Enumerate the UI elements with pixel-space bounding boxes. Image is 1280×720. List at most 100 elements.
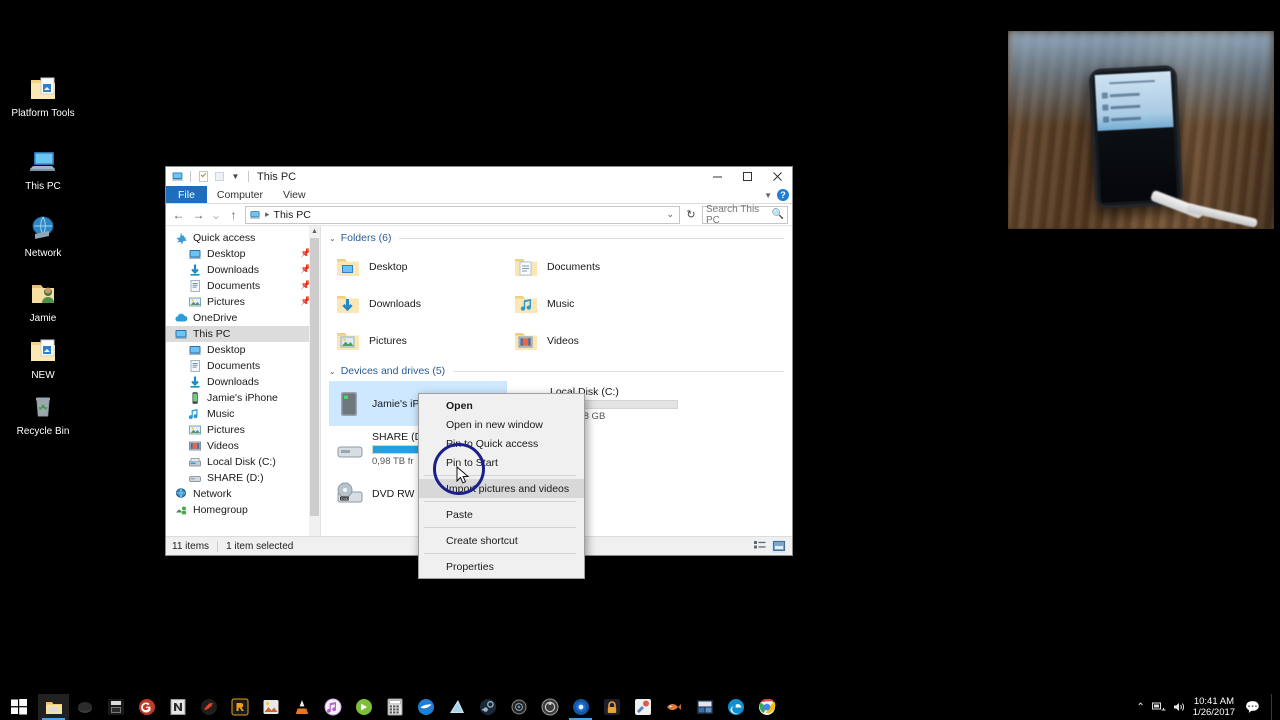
- large-icons-view-icon[interactable]: [772, 539, 786, 553]
- ribbon-tabs[interactable]: File Computer View ▼ ?: [166, 186, 792, 204]
- desktop-icon-this-pc[interactable]: This PC: [6, 145, 80, 192]
- chevron-down-icon[interactable]: ▼: [229, 170, 242, 183]
- close-button[interactable]: [762, 167, 792, 186]
- action-center-icon[interactable]: 💬: [1245, 700, 1260, 714]
- pin-icon[interactable]: 📌: [300, 281, 311, 290]
- taskbar-blue-arrow-app-icon[interactable]: [410, 694, 441, 720]
- taskbar[interactable]: ⌃ 10:41 AM 1/26/2017 💬: [0, 694, 1280, 720]
- taskbar-edge-app-icon[interactable]: [720, 694, 751, 720]
- menu-item-import-pictures-and-videos[interactable]: Import pictures and videos: [419, 479, 584, 498]
- minimize-button[interactable]: [702, 167, 732, 186]
- taskbar-paint-app-icon[interactable]: [627, 694, 658, 720]
- taskbar-dark-app-icon[interactable]: [69, 694, 100, 720]
- sidebar-item-downloads[interactable]: Downloads: [166, 374, 320, 390]
- sidebar-item-documents[interactable]: Documents 📌: [166, 278, 320, 294]
- show-desktop-button[interactable]: [1271, 694, 1276, 720]
- sidebar-item-homegroup[interactable]: Homegroup: [166, 502, 320, 518]
- menu-item-paste[interactable]: Paste: [419, 505, 584, 524]
- taskbar-notes-app-icon[interactable]: [441, 694, 472, 720]
- sidebar-item-music[interactable]: Music: [166, 406, 320, 422]
- taskbar-editor-app-icon[interactable]: [689, 694, 720, 720]
- taskbar-clock[interactable]: 10:41 AM 1/26/2017: [1193, 696, 1235, 718]
- search-input[interactable]: Search This PC 🔍: [702, 204, 788, 226]
- folder-tile-music[interactable]: Music: [507, 285, 685, 322]
- window-titlebar[interactable]: ▼ This PC: [166, 167, 792, 186]
- sidebar-item-network[interactable]: Network: [166, 486, 320, 502]
- sidebar-item-downloads[interactable]: Downloads 📌: [166, 262, 320, 278]
- volume-tray-icon[interactable]: [1173, 701, 1186, 713]
- folder-tile-downloads[interactable]: Downloads: [329, 285, 507, 322]
- taskbar-chrome-app-icon[interactable]: [751, 694, 782, 720]
- folder-tile-documents[interactable]: Documents: [507, 248, 685, 285]
- chevron-down-icon[interactable]: ▼: [764, 191, 772, 200]
- sidebar-item-desktop[interactable]: Desktop 📌: [166, 246, 320, 262]
- quick-access-toolbar[interactable]: ▼: [171, 170, 252, 183]
- taskbar-fish-app-icon[interactable]: [658, 694, 689, 720]
- up-button[interactable]: ↑: [225, 206, 242, 224]
- details-view-icon[interactable]: [753, 540, 767, 553]
- help-icon[interactable]: ?: [777, 189, 789, 201]
- folder-tile-desktop[interactable]: Desktop: [329, 248, 507, 285]
- new-folder-icon[interactable]: [213, 170, 226, 183]
- maximize-button[interactable]: [732, 167, 762, 186]
- sidebar-item-onedrive[interactable]: OneDrive: [166, 310, 320, 326]
- properties-icon[interactable]: [197, 170, 210, 183]
- navigation-scrollbar[interactable]: ▲ ▼: [309, 226, 320, 544]
- navigation-list[interactable]: Quick access Desktop 📌 Downloads 📌 Documents 📌…: [166, 226, 320, 518]
- folder-tile-videos[interactable]: Videos: [507, 322, 685, 359]
- address-bar[interactable]: ← → ⌄ ↑ ▸ This PC ⌄ ↻ Search This PC 🔍: [166, 204, 792, 226]
- breadcrumb[interactable]: ▸ This PC ⌄: [245, 205, 680, 224]
- desktop-icon-new[interactable]: NEW: [6, 334, 80, 381]
- menu-item-pin-to-quick-access[interactable]: Pin to Quick access: [419, 434, 584, 453]
- context-menu[interactable]: Open Open in new window Pin to Quick acces…: [418, 393, 585, 579]
- taskbar-g-app-icon[interactable]: [131, 694, 162, 720]
- sidebar-item-this-pc[interactable]: This PC: [166, 326, 320, 342]
- start-button[interactable]: [0, 694, 38, 720]
- sidebar-item-documents[interactable]: Documents: [166, 358, 320, 374]
- taskbar-lock-app-icon[interactable]: [596, 694, 627, 720]
- taskbar-green-app-icon[interactable]: [348, 694, 379, 720]
- desktop-icon-jamie[interactable]: Jamie: [6, 277, 80, 324]
- menu-item-open-in-new-window[interactable]: Open in new window: [419, 415, 584, 434]
- menu-item-pin-to-start[interactable]: Pin to Start: [419, 453, 584, 472]
- tab-file[interactable]: File: [166, 186, 207, 203]
- desktop-icon-recycle-bin[interactable]: Recycle Bin: [6, 390, 80, 437]
- show-hidden-icons-button[interactable]: ⌃: [1136, 702, 1144, 713]
- computer-icon[interactable]: [171, 170, 184, 183]
- sidebar-item-pictures[interactable]: Pictures: [166, 422, 320, 438]
- menu-item-properties[interactable]: Properties: [419, 557, 584, 576]
- sidebar-item-desktop[interactable]: Desktop: [166, 342, 320, 358]
- address-dropdown-icon[interactable]: ⌄: [666, 209, 676, 220]
- menu-item-open[interactable]: Open: [419, 396, 584, 415]
- network-tray-icon[interactable]: [1151, 701, 1166, 713]
- folders-group-header[interactable]: ⌄ Folders (6): [329, 232, 784, 244]
- desktop-icon-platform-tools[interactable]: Platform Tools: [6, 72, 80, 119]
- taskbar-steam-app-icon[interactable]: [472, 694, 503, 720]
- folders-grid[interactable]: Desktop Documents Downloads Music Pictures Vi…: [329, 248, 784, 359]
- back-button[interactable]: ←: [170, 206, 187, 224]
- tab-view[interactable]: View: [273, 186, 316, 203]
- taskbar-photos-app-icon[interactable]: [255, 694, 286, 720]
- sidebar-item-videos[interactable]: Videos: [166, 438, 320, 454]
- window-controls[interactable]: [702, 167, 792, 186]
- tab-computer[interactable]: Computer: [207, 186, 273, 203]
- chevron-down-icon[interactable]: ⌄: [329, 234, 336, 243]
- drives-group-header[interactable]: ⌄ Devices and drives (5): [329, 365, 784, 377]
- sidebar-item-quick-access[interactable]: Quick access: [166, 230, 320, 246]
- taskbar-webcam-app-icon[interactable]: [503, 694, 534, 720]
- taskbar-vlc-app-icon[interactable]: [286, 694, 317, 720]
- pin-icon[interactable]: 📌: [300, 297, 311, 306]
- view-toggle-group[interactable]: [753, 539, 786, 553]
- chevron-down-icon[interactable]: ⌄: [329, 367, 336, 376]
- scroll-up-arrow[interactable]: ▲: [309, 226, 320, 237]
- taskbar-media-app-icon[interactable]: [100, 694, 131, 720]
- taskbar-calculator-app-icon[interactable]: [379, 694, 410, 720]
- navigation-pane[interactable]: Quick access Desktop 📌 Downloads 📌 Documents 📌…: [166, 226, 321, 544]
- taskbar-file-explorer-icon[interactable]: [38, 694, 69, 720]
- taskbar-obs-app-icon[interactable]: [534, 694, 565, 720]
- taskbar-rockstar-app-icon[interactable]: [224, 694, 255, 720]
- refresh-button[interactable]: ↻: [683, 206, 699, 224]
- sidebar-item-pictures[interactable]: Pictures 📌: [166, 294, 320, 310]
- folder-tile-pictures[interactable]: Pictures: [329, 322, 507, 359]
- menu-item-create-shortcut[interactable]: Create shortcut: [419, 531, 584, 550]
